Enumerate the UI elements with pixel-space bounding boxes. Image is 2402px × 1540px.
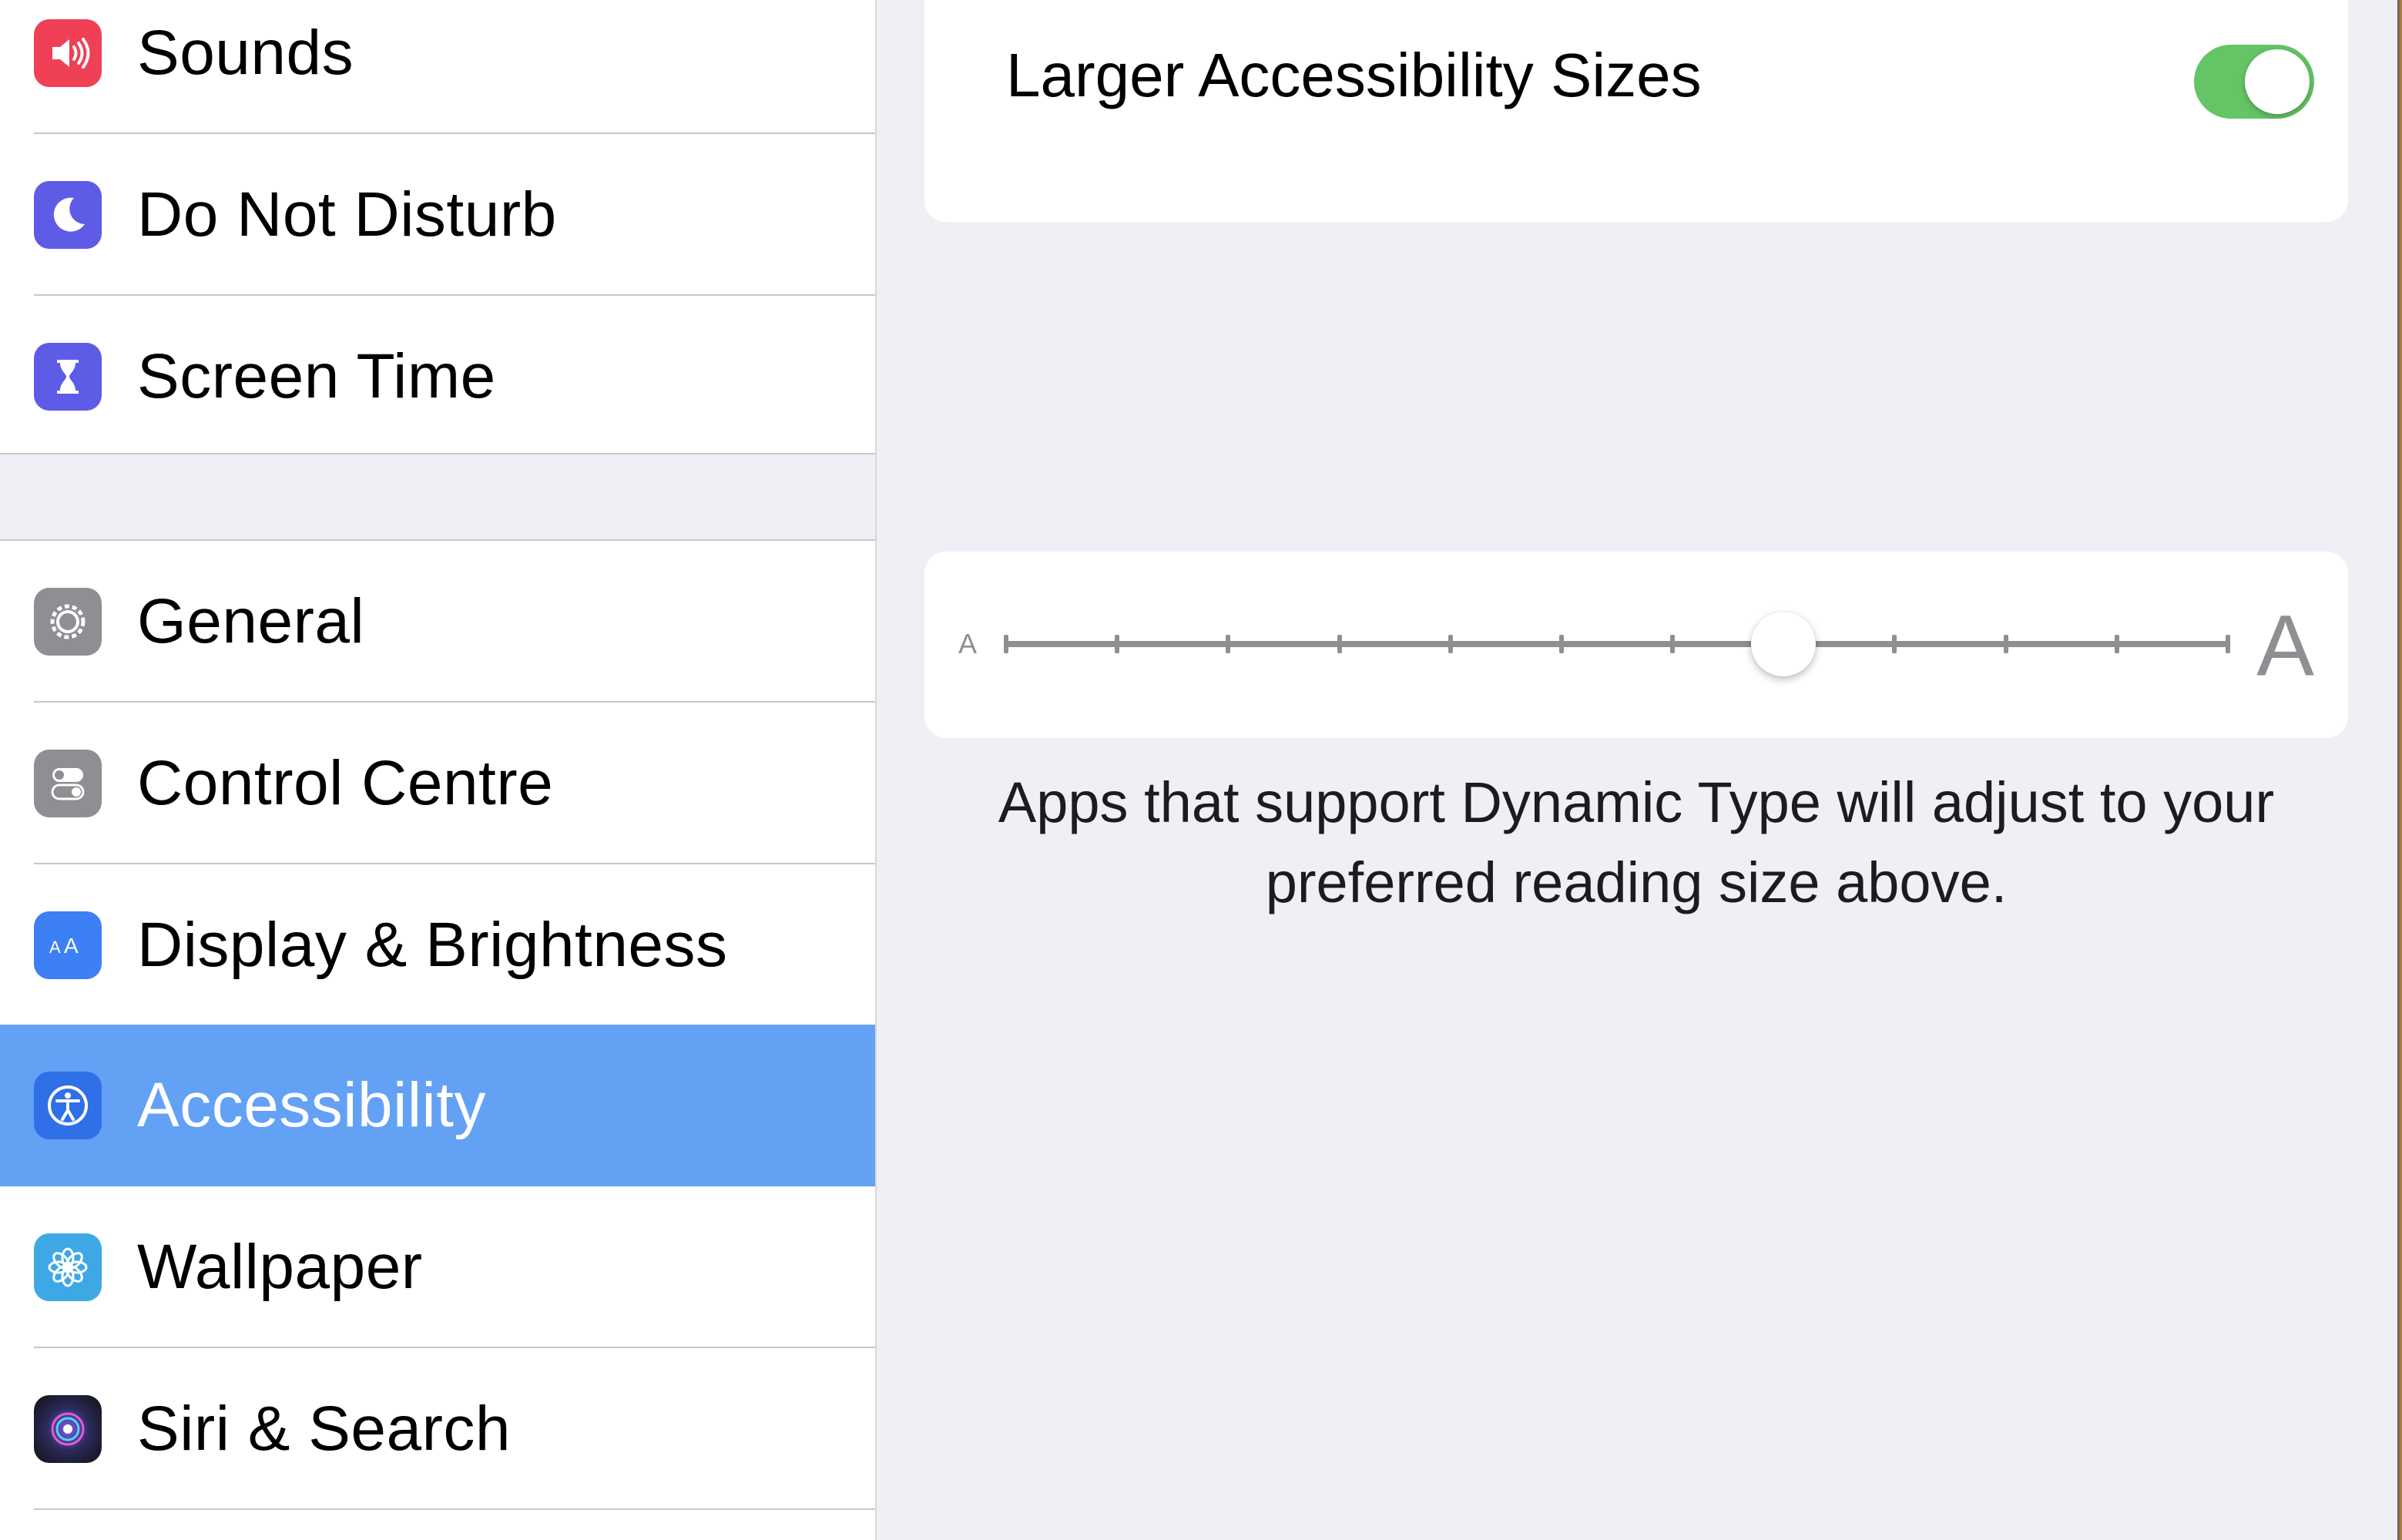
sidebar-item-label: Accessibility bbox=[137, 1070, 487, 1140]
speaker-icon bbox=[34, 19, 102, 87]
slider-tick bbox=[1226, 635, 1231, 653]
sidebar-item-screen-time[interactable]: Screen Time bbox=[0, 296, 875, 458]
sidebar-item-sounds[interactable]: Sounds bbox=[0, 0, 875, 134]
sidebar-item-label: Do Not Disturb bbox=[137, 179, 557, 250]
sidebar-item-label: Screen Time bbox=[137, 341, 496, 411]
device-frame-edge bbox=[2397, 0, 2402, 1540]
flower-icon bbox=[34, 1233, 102, 1301]
toggle-knob bbox=[2245, 49, 2310, 114]
settings-sidebar: Sounds Do Not Disturb Screen Time Genera… bbox=[0, 0, 877, 1540]
sidebar-item-general[interactable]: General bbox=[0, 541, 875, 703]
dynamic-type-footnote: Apps that support Dynamic Type will adju… bbox=[998, 770, 2275, 914]
slider-tick bbox=[1892, 635, 1897, 653]
slider-tick bbox=[1558, 635, 1564, 653]
sidebar-item-do-not-disturb[interactable]: Do Not Disturb bbox=[0, 134, 875, 296]
slider-tick bbox=[1670, 635, 1676, 653]
small-text-icon: A bbox=[958, 628, 978, 659]
text-size-icon: AA bbox=[34, 911, 102, 979]
hourglass-icon bbox=[34, 343, 102, 411]
text-size-slider-card: A A bbox=[924, 552, 2348, 738]
slider-tick bbox=[1115, 635, 1120, 653]
sidebar-item-control-centre[interactable]: Control Centre bbox=[0, 703, 875, 864]
sidebar-item-label: Siri & Search bbox=[137, 1394, 512, 1464]
text-size-slider[interactable] bbox=[1004, 612, 2230, 676]
sidebar-item-wallpaper[interactable]: Wallpaper bbox=[0, 1186, 875, 1348]
accessibility-icon bbox=[34, 1072, 102, 1139]
sidebar-item-siri-search[interactable]: Siri & Search bbox=[0, 1348, 875, 1510]
text-size-detail-pane: Larger Accessibility Sizes A A Apps that… bbox=[878, 0, 2402, 1540]
slider-tick bbox=[2114, 635, 2119, 653]
large-text-icon: A bbox=[2256, 597, 2314, 694]
settings-screen: Sounds Do Not Disturb Screen Time Genera… bbox=[0, 0, 2402, 1540]
larger-sizes-toggle[interactable] bbox=[2194, 45, 2314, 119]
siri-icon bbox=[34, 1395, 102, 1463]
sidebar-item-label: Display & Brightness bbox=[137, 910, 728, 980]
gear-icon bbox=[34, 588, 102, 656]
slider-tick bbox=[1004, 635, 1008, 653]
sidebar-item-label: Sounds bbox=[137, 18, 354, 88]
sidebar-group-2: General Control Centre AA Display & Brig… bbox=[0, 539, 875, 1540]
sidebar-group-1: Sounds Do Not Disturb Screen Time bbox=[0, 0, 875, 455]
slider-tick bbox=[2226, 635, 2230, 653]
toggles-icon bbox=[34, 750, 102, 817]
slider-thumb[interactable] bbox=[1751, 612, 1817, 676]
sidebar-item-display-brightness[interactable]: AA Display & Brightness bbox=[0, 864, 875, 1026]
sidebar-item-label: Control Centre bbox=[137, 748, 554, 818]
svg-text:A: A bbox=[64, 934, 79, 958]
sidebar-item-label: Wallpaper bbox=[137, 1232, 423, 1302]
slider-tick bbox=[1337, 635, 1342, 653]
slider-tick bbox=[1448, 635, 1453, 653]
larger-sizes-card: Larger Accessibility Sizes bbox=[924, 0, 2348, 222]
svg-text:A: A bbox=[49, 938, 61, 957]
sidebar-item-label: General bbox=[137, 586, 365, 656]
sidebar-item-accessibility[interactable]: Accessibility bbox=[0, 1025, 875, 1186]
larger-sizes-label: Larger Accessibility Sizes bbox=[1006, 41, 1702, 109]
row-divider bbox=[34, 1508, 875, 1510]
moon-icon bbox=[34, 181, 102, 249]
slider-tick bbox=[2003, 635, 2008, 653]
